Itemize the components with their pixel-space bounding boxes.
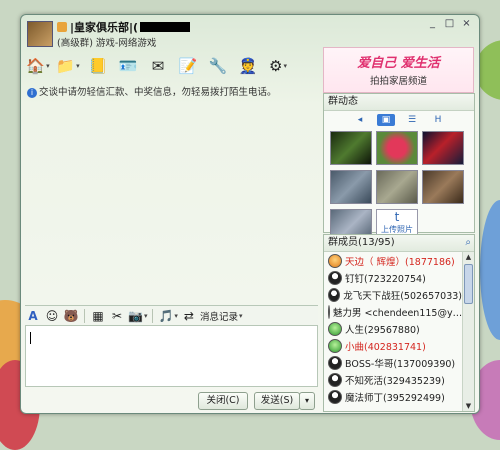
- group-icon: [57, 22, 67, 32]
- scroll-up-icon[interactable]: ▲: [463, 252, 474, 262]
- window-title: |皇家俱乐部|(: [57, 19, 191, 35]
- member-scrollbar[interactable]: ▲ ▼: [462, 252, 474, 411]
- tools-icon[interactable]: 🔧: [205, 54, 231, 78]
- avatar: [328, 355, 342, 370]
- photo-thumbnail[interactable]: [422, 131, 464, 165]
- settings-icon[interactable]: ⚙: [265, 54, 291, 78]
- emoji-icon[interactable]: ☺: [44, 308, 60, 324]
- photo-thumbnail[interactable]: [330, 170, 372, 204]
- group-avatar[interactable]: [27, 21, 53, 47]
- search-icon[interactable]: ⌕: [465, 237, 471, 248]
- safety-notice: i 交谈中请勿轻信汇款、中奖信息，勿轻易拨打陌生电话。: [27, 84, 277, 98]
- grid-view-icon[interactable]: ▣: [377, 114, 395, 126]
- font-icon[interactable]: A: [25, 308, 41, 324]
- scroll-down-icon[interactable]: ▼: [463, 401, 474, 411]
- music-icon[interactable]: 🎵: [158, 308, 177, 324]
- group-dynamics-panel: 群动态 ◂ ▣ ☰ H t 上传照片: [323, 93, 475, 243]
- redacted-text: [140, 22, 191, 32]
- avatar: [328, 321, 342, 336]
- switch-icon[interactable]: ⇄: [181, 308, 197, 324]
- image-icon[interactable]: ▦: [90, 308, 106, 324]
- maximize-button[interactable]: □: [443, 18, 456, 29]
- window-subtitle: (高级群) 游戏-网络游戏: [57, 38, 157, 49]
- member-item[interactable]: 小曲(402831741): [324, 337, 462, 354]
- photo-thumbnail[interactable]: [330, 131, 372, 165]
- chat-history[interactable]: [25, 99, 318, 302]
- avatar: [328, 304, 330, 319]
- member-item[interactable]: 人生(29567880): [324, 320, 462, 337]
- member-item[interactable]: 魅力男 <chendeen115@y…: [324, 303, 462, 320]
- toolbar: 🏠 📁 📒 🪪 ✉ 📝 🔧 👮 ⚙: [25, 53, 291, 79]
- chat-window: |皇家俱乐部|( (高级群) 游戏-网络游戏 _ □ × 🏠 📁 📒 🪪 ✉ 📝…: [20, 14, 480, 414]
- avatar: [328, 287, 341, 302]
- window-controls: _ □ ×: [426, 18, 473, 29]
- folder-icon[interactable]: 📁: [55, 54, 81, 78]
- send-button[interactable]: 发送(S): [254, 392, 300, 410]
- member-item[interactable]: 钉钉(723220754): [324, 269, 462, 286]
- close-window-button[interactable]: ×: [460, 18, 473, 29]
- list-view-icon[interactable]: ☰: [403, 114, 421, 126]
- message-input[interactable]: [25, 325, 318, 387]
- member-item[interactable]: 不知死活(329435239): [324, 371, 462, 388]
- photo-grid: t 上传照片: [324, 129, 474, 245]
- upload-icon: t: [394, 210, 400, 224]
- avatar: [328, 253, 342, 268]
- avatar: [328, 270, 342, 285]
- members-panel: 群成员(13/95) ⌕ 天边（ 辉煌）(1877186) 钉钉(7232207…: [323, 234, 475, 412]
- message-record-button[interactable]: 消息记录: [200, 308, 243, 324]
- home-icon[interactable]: 🏠: [25, 54, 51, 78]
- banner-subtitle: 拍拍家居频道: [369, 76, 427, 87]
- admin-icon[interactable]: 👮: [235, 54, 261, 78]
- photo-thumbnail[interactable]: [376, 170, 418, 204]
- member-item[interactable]: 天边（ 辉煌）(1877186): [324, 252, 462, 269]
- card-icon[interactable]: 🪪: [115, 54, 141, 78]
- close-button[interactable]: 关闭(C): [198, 392, 248, 410]
- avatar: [328, 372, 342, 387]
- members-header: 群成员(13/95): [324, 235, 474, 252]
- screenshot-icon[interactable]: ✂: [109, 308, 125, 324]
- back-icon[interactable]: ◂: [351, 114, 369, 126]
- banner-title: 爱自己 爱生活: [357, 56, 440, 71]
- dynamics-header: 群动态: [324, 94, 474, 111]
- h-view-icon[interactable]: H: [429, 114, 447, 126]
- view-tabs: ◂ ▣ ☰ H: [324, 111, 474, 129]
- minimize-button[interactable]: _: [426, 18, 439, 29]
- notes-icon[interactable]: 📒: [85, 54, 111, 78]
- info-icon: i: [27, 88, 37, 98]
- format-toolbar: A ☺ 🐻 ▦ ✂ 📷 🎵 ⇄ 消息记录: [25, 305, 318, 326]
- member-list: 天边（ 辉煌）(1877186) 钉钉(723220754) 龙飞天下战狂(50…: [324, 252, 462, 411]
- edit-icon[interactable]: 📝: [175, 54, 201, 78]
- member-item[interactable]: BOSS-华哥(137009390): [324, 354, 462, 371]
- ad-banner[interactable]: 爱自己 爱生活 拍拍家居频道: [323, 47, 474, 93]
- separator: [84, 309, 85, 323]
- avatar: [328, 338, 342, 353]
- mail-icon[interactable]: ✉: [145, 54, 171, 78]
- text-caret: [30, 332, 31, 344]
- send-options-button[interactable]: ▾: [299, 392, 315, 410]
- member-item[interactable]: 魔法师丁(395292499): [324, 388, 462, 405]
- camera-icon[interactable]: 📷: [128, 308, 147, 324]
- photo-thumbnail[interactable]: [422, 170, 464, 204]
- photo-thumbnail[interactable]: [376, 131, 418, 165]
- magic-face-icon[interactable]: 🐻: [63, 308, 79, 324]
- scroll-thumb[interactable]: [464, 264, 473, 304]
- member-item[interactable]: 龙飞天下战狂(502657033): [324, 286, 462, 303]
- avatar: [328, 389, 342, 404]
- separator: [152, 309, 154, 323]
